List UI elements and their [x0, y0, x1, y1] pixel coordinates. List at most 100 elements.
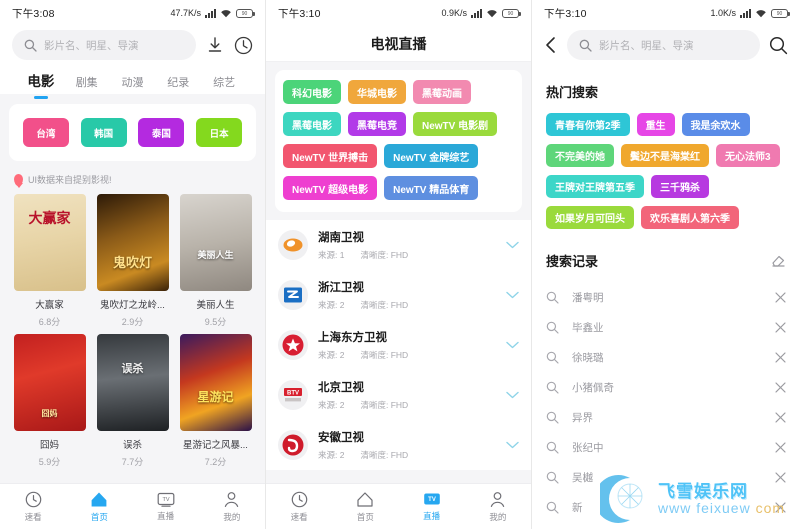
nav-label: 速看 — [24, 511, 42, 522]
clear-history-icon[interactable] — [771, 253, 786, 268]
search-input[interactable]: 影片名、明星、导演 — [12, 30, 196, 60]
channel-row[interactable]: 安徽卫视 来源: 2 清晰度: FHD — [266, 420, 531, 470]
chevron-down-icon[interactable] — [506, 341, 519, 349]
channel-name: 湖南卫视 — [318, 232, 364, 244]
region-chip-thailand[interactable]: 泰国 — [138, 118, 185, 147]
channel-row[interactable]: 浙江卫视 来源: 2 清晰度: FHD — [266, 270, 531, 320]
nav-item-home[interactable]: 首页 — [66, 484, 132, 529]
hot-search-chip[interactable]: 王牌对王牌第五季 — [546, 175, 644, 198]
history-text: 新 — [572, 501, 583, 514]
tag-chip[interactable]: 华城电影 — [348, 80, 406, 104]
search-submit-icon[interactable] — [769, 36, 788, 55]
hot-search-chip[interactable]: 鬓边不是海棠红 — [621, 144, 709, 167]
screenshot-root: 下午3:08 47.7K/s 90 影片名、明星、导演 电影 剧集 动漫 纪录 … — [0, 0, 800, 529]
tag-chip[interactable]: 黑莓电影 — [283, 112, 341, 136]
region-chip-japan[interactable]: 日本 — [196, 118, 243, 147]
movie-poster[interactable]: 美丽人生 — [179, 194, 252, 291]
download-icon[interactable] — [206, 36, 224, 54]
movie-poster[interactable]: 囧妈 — [13, 334, 86, 431]
tag-chip[interactable]: 黑莓电竞 — [348, 112, 406, 136]
movie-poster[interactable]: 鬼吹灯 — [96, 194, 169, 291]
movie-card[interactable]: 美丽人生 美丽人生 9.5分 — [176, 194, 255, 328]
channel-row[interactable]: 上海东方卫视 来源: 2 清晰度: FHD — [266, 320, 531, 370]
tab-series[interactable]: 剧集 — [64, 74, 110, 94]
movie-poster[interactable]: 大赢家 — [13, 194, 86, 291]
tab-documentary[interactable]: 纪录 — [155, 74, 201, 94]
channel-meta: 来源: 1 清晰度: FHD — [318, 249, 496, 261]
history-row[interactable]: 龙 — [546, 522, 786, 529]
tab-variety[interactable]: 综艺 — [201, 74, 247, 94]
close-icon[interactable] — [775, 411, 786, 423]
movie-poster[interactable]: 误杀 — [96, 334, 169, 431]
page-title: 电视直播 — [266, 26, 531, 62]
chevron-down-icon[interactable] — [506, 441, 519, 449]
movie-score: 2.9分 — [121, 317, 144, 327]
close-icon[interactable] — [775, 291, 786, 303]
movie-card[interactable]: 大赢家 大赢家 6.8分 — [10, 194, 89, 328]
nav-item-home[interactable]: 首页 — [332, 484, 398, 529]
tag-chip[interactable]: 科幻电影 — [283, 80, 341, 104]
hot-search-chip[interactable]: 我是余欢水 — [681, 113, 750, 136]
close-icon[interactable] — [775, 351, 786, 363]
tv-icon: TV — [423, 491, 441, 507]
close-icon[interactable] — [775, 321, 786, 333]
close-icon[interactable] — [775, 501, 786, 513]
tv-icon: TV — [157, 491, 175, 507]
history-row[interactable]: 毕鑫业 — [546, 312, 786, 342]
history-title: 搜索记录 — [546, 254, 599, 269]
region-chip-taiwan[interactable]: 台湾 — [22, 118, 69, 147]
history-row[interactable]: 张纪中 — [546, 432, 786, 462]
movie-poster[interactable]: 星游记 — [179, 334, 252, 431]
hot-search-chip[interactable]: 无心法师3 — [716, 144, 780, 167]
nav-item-mine[interactable]: 我的 — [465, 484, 531, 529]
chevron-down-icon[interactable] — [506, 391, 519, 399]
movie-title: 鬼吹灯之龙岭... — [100, 300, 165, 311]
tab-anime[interactable]: 动漫 — [110, 74, 156, 94]
hot-search-chip[interactable]: 如果岁月可回头 — [546, 206, 634, 229]
close-icon[interactable] — [775, 441, 786, 453]
history-text: 吴樾 — [572, 471, 593, 484]
hot-search-chip[interactable]: 欢乐喜剧人第六季 — [641, 206, 739, 229]
history-row[interactable]: 吴樾 — [546, 462, 786, 492]
hot-search-chip[interactable]: 不完美的她 — [546, 144, 614, 167]
movie-card[interactable]: 囧妈 囧妈 5.9分 — [10, 334, 89, 468]
tag-chip[interactable]: 黑莓动画 — [413, 80, 471, 104]
history-row[interactable]: 异界 — [546, 402, 786, 432]
close-icon[interactable] — [775, 471, 786, 483]
search-icon — [546, 441, 559, 454]
channel-row[interactable]: BTV 北京卫视 来源: 2 清晰度: FHD — [266, 370, 531, 420]
nav-item-live[interactable]: TV 直播 — [399, 484, 465, 529]
search-icon — [546, 291, 559, 304]
region-chip-korea[interactable]: 韩国 — [80, 118, 127, 147]
tag-chip[interactable]: NewTV 世界搏击 — [283, 144, 378, 168]
chevron-down-icon[interactable] — [506, 291, 519, 299]
nav-item-sukan[interactable]: 速看 — [266, 484, 332, 529]
channel-name: 北京卫视 — [318, 382, 364, 394]
back-icon[interactable] — [544, 36, 558, 54]
history-icon[interactable] — [234, 36, 253, 55]
nav-item-mine[interactable]: 我的 — [199, 484, 265, 529]
hot-search-chip[interactable]: 重生 — [636, 113, 675, 136]
tag-chip[interactable]: NewTV 金牌综艺 — [384, 144, 479, 168]
tag-chip[interactable]: NewTV 超级电影 — [283, 176, 378, 200]
history-row[interactable]: 新 — [546, 492, 786, 522]
tab-movie[interactable]: 电影 — [18, 70, 64, 99]
nav-item-live[interactable]: TV 直播 — [133, 484, 199, 529]
movie-card[interactable]: 星游记 星游记之风暴... 7.2分 — [176, 334, 255, 468]
search-input[interactable]: 影片名、明星、导演 — [567, 30, 760, 60]
hot-search-chip[interactable]: 三千鸦杀 — [651, 175, 709, 198]
chevron-down-icon[interactable] — [506, 241, 519, 249]
tab-underline — [33, 95, 48, 99]
close-icon[interactable] — [775, 381, 786, 393]
tag-chip[interactable]: NewTV 精品体育 — [384, 176, 479, 200]
channel-row[interactable]: 湖南卫视 来源: 1 清晰度: FHD — [266, 220, 531, 270]
status-time: 下午3:10 — [544, 7, 587, 20]
movie-card[interactable]: 鬼吹灯 鬼吹灯之龙岭... 2.9分 — [93, 194, 172, 328]
history-row[interactable]: 小猪佩奇 — [546, 372, 786, 402]
nav-item-sukan[interactable]: 速看 — [0, 484, 66, 529]
history-row[interactable]: 徐晓璐 — [546, 342, 786, 372]
movie-card[interactable]: 误杀 误杀 7.7分 — [93, 334, 172, 468]
history-row[interactable]: 潘粤明 — [546, 282, 786, 312]
tag-chip[interactable]: NewTV 电影剧 — [413, 112, 498, 136]
hot-search-chip[interactable]: 青春有你第2季 — [546, 113, 630, 136]
